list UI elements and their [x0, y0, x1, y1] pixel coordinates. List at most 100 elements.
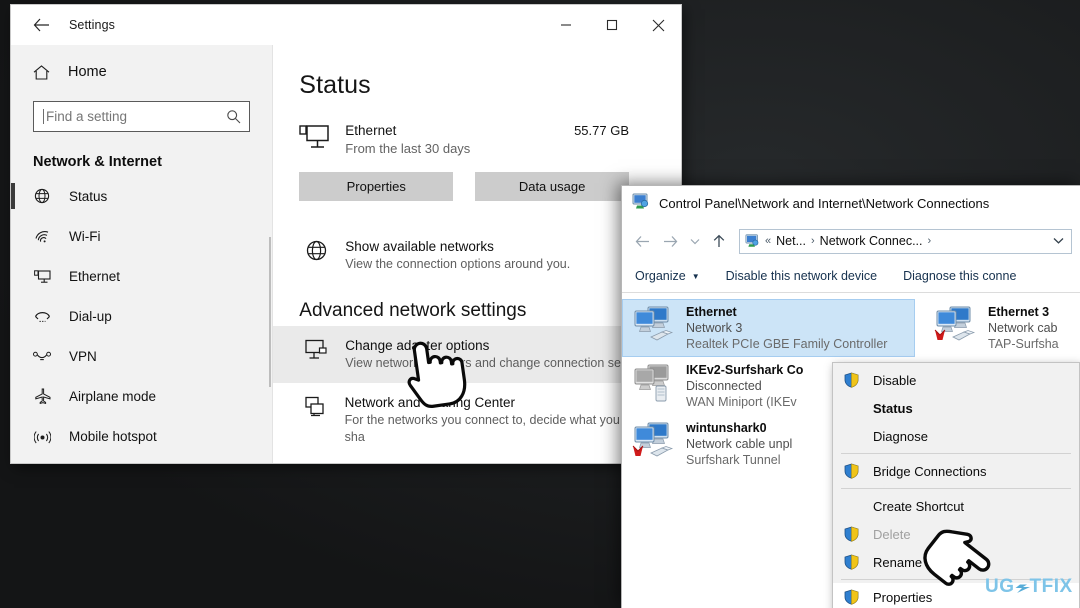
organize-button[interactable]: Organize ▼ [635, 269, 700, 283]
ethernet-icon [299, 122, 333, 155]
settings-sidebar: Home Network & Internet Status [11, 45, 274, 463]
connection-name: Ethernet [686, 305, 737, 319]
sidebar-item-label: Wi-Fi [69, 228, 101, 244]
shield-icon [844, 372, 860, 388]
breadcrumb[interactable]: « Net... › Network Connec... › [739, 228, 1072, 254]
shield-icon [844, 589, 860, 605]
maximize-button[interactable] [589, 9, 635, 41]
globe-icon [299, 238, 333, 261]
control-panel-title: Control Panel\Network and Internet\Netwo… [659, 196, 990, 211]
back-arrow-icon[interactable] [630, 229, 654, 253]
properties-button[interactable]: Properties [299, 172, 454, 201]
menu-icon-placeholder [844, 400, 860, 416]
sidebar-item-label: Mobile hotspot [69, 428, 157, 444]
network-connections-icon [745, 233, 760, 249]
connection-name: IKEv2-Surfshark Co [686, 363, 804, 377]
shield-icon [844, 526, 860, 542]
connection-network: Network 3 [686, 321, 743, 335]
sidebar-item-wifi[interactable]: Wi-Fi [11, 216, 272, 256]
network-adapter-icon [632, 362, 678, 404]
connection-device: Realtek PCIe GBE Family Controller [686, 337, 888, 351]
ethernet-icon [33, 269, 51, 284]
home-icon [33, 64, 50, 80]
change-adapter-options-row[interactable]: Change adapter options View network adap… [273, 326, 681, 383]
connection-network: Network cable unpl [686, 437, 793, 451]
dialup-icon [33, 309, 51, 323]
menu-item-label: Status [873, 400, 913, 416]
lightning-bolt-icon [1014, 584, 1030, 593]
menu-item-label: Bridge Connections [873, 463, 987, 479]
error-x-icon [632, 445, 644, 456]
menu-item-label: Properties [873, 589, 933, 605]
sidebar-item-label: Airplane mode [69, 388, 157, 404]
connection-network: Disconnected [686, 379, 762, 393]
menu-item-rename[interactable]: Rename [833, 548, 1079, 576]
vpn-icon [33, 350, 51, 363]
data-usage-button[interactable]: Data usage [475, 172, 630, 201]
sidebar-item-status[interactable]: Status [11, 176, 272, 216]
sidebar-item-vpn[interactable]: VPN [11, 336, 272, 376]
menu-icon-placeholder [844, 428, 860, 444]
sidebar-item-ethernet[interactable]: Ethernet [11, 256, 272, 296]
network-adapter-icon [632, 304, 678, 346]
row-title: Show available networks [345, 239, 494, 254]
minimize-button[interactable] [543, 9, 589, 41]
connection-device: WAN Miniport (IKEv [686, 395, 797, 409]
menu-item-delete: Delete [833, 520, 1079, 548]
connections-list-column-2: Ethernet 3 Network cab TAP-Surfsha [924, 299, 1080, 357]
menu-item-label: Disable [873, 372, 917, 388]
sidebar-item-airplane-mode[interactable]: Airplane mode [11, 376, 272, 416]
airplane-icon [33, 388, 51, 404]
sidebar-item-mobile-hotspot[interactable]: Mobile hotspot [11, 416, 272, 456]
chevron-down-icon[interactable] [686, 229, 703, 253]
settings-window: Settings Home Find a setting Network & I… [11, 5, 681, 463]
adapter-name: Ethernet [345, 123, 397, 138]
search-icon[interactable] [226, 109, 241, 124]
globe-icon [33, 188, 51, 204]
adapter-summary: Ethernet From the last 30 days 55.77 GB [299, 122, 681, 158]
row-desc: View network adapters and change connect… [345, 356, 655, 370]
data-used-value: 55.77 GB [574, 123, 629, 138]
disable-device-button[interactable]: Disable this network device [726, 269, 877, 283]
settings-content-pane: Status Ethernet From the last 30 days 55… [273, 45, 681, 463]
menu-item-status[interactable]: Status [833, 394, 1079, 422]
sidebar-item-home[interactable]: Home [11, 53, 272, 91]
connection-name: wintunshark0 [686, 421, 767, 435]
page-title: Status [299, 71, 371, 99]
connection-item-ethernet-3[interactable]: Ethernet 3 Network cab TAP-Surfsha [924, 299, 1080, 357]
breadcrumb-overflow[interactable]: « [765, 235, 771, 247]
connection-item-ethernet[interactable]: Ethernet Network 3 Realtek PCIe GBE Fami… [622, 299, 915, 357]
search-box[interactable] [33, 101, 251, 132]
search-wrapper [11, 91, 272, 132]
sidebar-category-title: Network & Internet [33, 154, 162, 170]
menu-item-create-shortcut[interactable]: Create Shortcut [833, 492, 1079, 520]
diagnose-connection-button[interactable]: Diagnose this conne [903, 269, 1016, 283]
sidebar-scrollbar[interactable] [269, 237, 272, 387]
menu-item-diagnose[interactable]: Diagnose [833, 422, 1079, 450]
menu-item-bridge-connections[interactable]: Bridge Connections [833, 457, 1079, 485]
sidebar-item-label: Dial-up [69, 308, 112, 324]
shield-icon [844, 554, 860, 570]
back-arrow-icon[interactable] [19, 9, 63, 41]
up-arrow-icon[interactable] [707, 229, 731, 253]
chevron-down-icon: ▼ [691, 271, 700, 281]
settings-window-title: Settings [69, 18, 115, 32]
control-panel-titlebar: Control Panel\Network and Internet\Netwo… [622, 186, 1080, 222]
breadcrumb-segment-0[interactable]: Net... [776, 234, 806, 248]
watermark-text-b: TFIX [1029, 576, 1073, 597]
menu-separator [841, 453, 1071, 454]
connection-device: Surfshark Tunnel [686, 453, 781, 467]
forward-arrow-icon[interactable] [658, 229, 682, 253]
context-menu: Disable Status Diagnose Bridge Connectio… [832, 362, 1080, 608]
breadcrumb-separator: › [927, 235, 932, 247]
menu-item-disable[interactable]: Disable [833, 366, 1079, 394]
sidebar-item-label: Ethernet [69, 268, 121, 284]
breadcrumb-segment-1[interactable]: Network Connec... [820, 234, 923, 248]
chevron-down-icon[interactable] [1053, 235, 1067, 247]
search-input[interactable] [46, 109, 227, 124]
sidebar-item-dialup[interactable]: Dial-up [11, 296, 272, 336]
close-button[interactable] [635, 9, 681, 41]
adapter-icon [299, 337, 333, 360]
sharing-icon [299, 394, 332, 417]
network-connections-icon [632, 193, 650, 215]
